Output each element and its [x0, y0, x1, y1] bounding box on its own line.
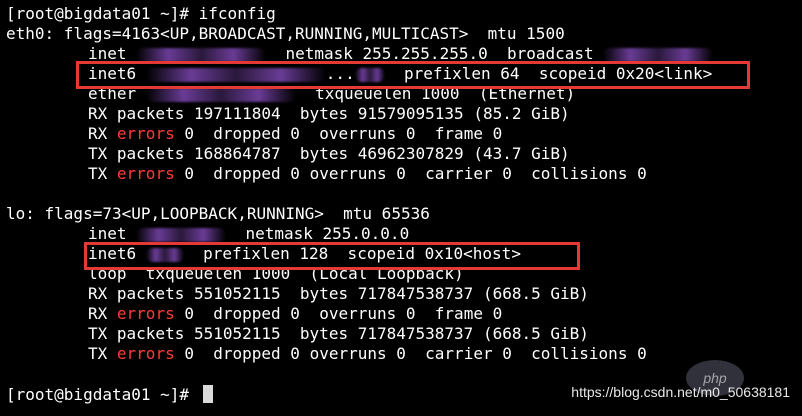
eth0-inet6-ellipsis: ...	[325, 64, 355, 83]
eth0-tx-packets: TX packets 168864787 bytes 46962307829 (…	[88, 144, 570, 163]
eth0-rx-errors-line: RX errors 0 dropped 0 overruns 0 frame 0	[88, 124, 502, 144]
redacted-ipv6-tail	[354, 67, 385, 82]
eth0-tx-label: TX	[88, 164, 117, 183]
terminal-window[interactable]: [root@bigdata01 ~]# ifconfig eth0: flags…	[0, 0, 802, 416]
eth0-inet6-label: inet6	[88, 64, 146, 83]
lo-tx-packets: TX packets 551052115 bytes 717847538737 …	[88, 324, 589, 343]
lo-tx-errors-values: 0 dropped 0 overruns 0 carrier 0 collisi…	[174, 344, 647, 363]
lo-rx-errors-word: errors	[116, 304, 175, 323]
eth0-rx-errors-values: 0 dropped 0 overruns 0 frame 0	[174, 124, 503, 143]
eth0-tx-errors-line: TX errors 0 dropped 0 overruns 0 carrier…	[88, 164, 647, 184]
eth0-ether-line: ether txqueuelen 1000 (Ethernet)	[88, 84, 575, 104]
lo-header: lo: flags=73<UP,LOOPBACK,RUNNING> mtu 65…	[6, 204, 430, 223]
command-prompt[interactable]: [root@bigdata01 ~]#	[6, 385, 213, 405]
eth0-tx-errors-values: 0 dropped 0 overruns 0 carrier 0 collisi…	[174, 164, 647, 183]
eth0-inet-line: inet netmask 255.255.255.0 broadcast	[88, 44, 714, 64]
eth0-rx-label: RX	[88, 124, 117, 143]
eth0-rx-errors-word: errors	[116, 124, 175, 143]
lo-rx-label: RX	[88, 304, 117, 323]
lo-tx-errors-word: errors	[116, 344, 175, 363]
text-cursor	[202, 385, 213, 403]
lo-rx-errors-values: 0 dropped 0 overruns 0 frame 0	[174, 304, 503, 323]
eth0-inet-label: inet	[88, 44, 137, 63]
eth0-rx-packets: RX packets 197111804 bytes 91579095135 (…	[88, 104, 570, 123]
redacted-mac	[145, 87, 296, 102]
lo-rx-errors-line: RX errors 0 dropped 0 overruns 0 frame 0	[88, 304, 502, 324]
command-line-ifconfig: [root@bigdata01 ~]# ifconfig	[6, 4, 276, 23]
blog-watermark: https://blog.csdn.net/m0_50638181	[571, 384, 790, 400]
redacted-lo-ipv6	[145, 247, 184, 262]
lo-loop-line: loop txqueuelen 1000 (Local Loopback)	[88, 264, 464, 283]
prompt-text: [root@bigdata01 ~]#	[6, 385, 199, 404]
lo-inet-label: inet	[88, 224, 137, 243]
redacted-lo-ip	[136, 227, 227, 242]
eth0-ether-txqueue: txqueuelen 1000 (Ethernet)	[295, 84, 576, 103]
redacted-broadcast	[603, 47, 714, 62]
eth0-header: eth0: flags=4163<UP,BROADCAST,RUNNING,MU…	[6, 24, 565, 43]
lo-inet6-line: inet6 prefixlen 128 scopeid 0x10<host>	[88, 244, 521, 264]
redacted-ipv6	[145, 67, 326, 82]
eth0-inet-netmask: netmask 255.255.255.0 broadcast	[266, 44, 604, 63]
redacted-ip	[136, 47, 267, 62]
lo-tx-errors-line: TX errors 0 dropped 0 overruns 0 carrier…	[88, 344, 647, 364]
lo-inet-netmask: netmask 255.0.0.0	[226, 224, 410, 243]
lo-tx-label: TX	[88, 344, 117, 363]
eth0-inet6-line: inet6 ... prefixlen 64 scopeid 0x20<link…	[88, 64, 712, 84]
eth0-inet6-prefix: prefixlen 64 scopeid 0x20<link>	[384, 64, 713, 83]
eth0-ether-label: ether	[88, 84, 146, 103]
lo-inet6-label: inet6	[88, 244, 146, 263]
eth0-tx-errors-word: errors	[116, 164, 175, 183]
lo-inet6-prefix: prefixlen 128 scopeid 0x10<host>	[183, 244, 521, 263]
lo-inet-line: inet netmask 255.0.0.0	[88, 224, 409, 244]
lo-rx-packets: RX packets 551052115 bytes 717847538737 …	[88, 284, 589, 303]
